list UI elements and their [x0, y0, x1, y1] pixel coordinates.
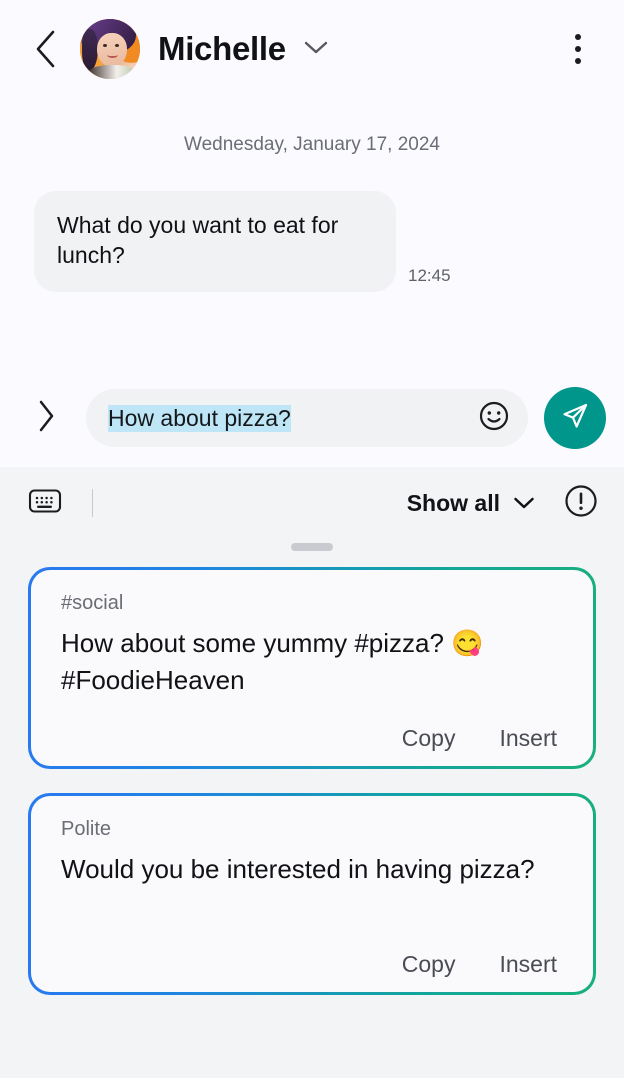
suggestion-card-inner: #social How about some yummy #pizza? 😋 #… — [31, 570, 593, 766]
kebab-dot-2 — [575, 46, 581, 52]
expand-options-button[interactable] — [28, 398, 64, 438]
chevron-down-icon — [302, 38, 330, 61]
suggestion-card-text: Would you be interested in having pizza? — [61, 854, 535, 884]
contact-dropdown-button[interactable] — [302, 38, 330, 61]
suggestion-card-actions: Copy Insert — [61, 717, 567, 752]
send-paper-plane-icon — [558, 399, 592, 438]
info-exclamation-icon — [563, 483, 599, 524]
message-timestamp: 12:45 — [408, 265, 451, 285]
chevron-left-icon — [34, 29, 58, 69]
avatar-smile — [107, 52, 118, 58]
toolbar-divider — [92, 489, 93, 517]
chat-region: Michelle Wednesday, January 17, 2024 Wha… — [0, 0, 624, 467]
kebab-dot-1 — [575, 34, 581, 40]
overflow-menu-button[interactable] — [556, 24, 600, 74]
suggestion-card-text: How about some yummy #pizza? 😋 #FoodieHe… — [61, 628, 484, 695]
suggestion-panel: Show all #social How about some yummy #p… — [0, 467, 624, 1078]
avatar-eye-right — [115, 44, 119, 47]
chevron-right-icon — [36, 399, 56, 438]
suggestion-card-tag: #social — [61, 592, 124, 614]
avatar[interactable] — [80, 19, 140, 79]
date-divider: Wednesday, January 17, 2024 — [184, 134, 440, 155]
suggestion-card-list: #social How about some yummy #pizza? 😋 #… — [0, 561, 624, 995]
show-all-button[interactable]: Show all — [407, 490, 536, 517]
emoji-button[interactable] — [474, 398, 514, 438]
chevron-down-icon — [512, 495, 536, 511]
info-button[interactable] — [560, 482, 602, 524]
avatar-eye-left — [103, 44, 107, 47]
messaging-app-screen: Michelle Wednesday, January 17, 2024 Wha… — [0, 0, 624, 1078]
composer-bar: How about pizza? — [0, 387, 624, 449]
kebab-dot-3 — [575, 58, 581, 64]
insert-button[interactable]: Insert — [499, 725, 557, 752]
suggestion-card-actions: Copy Insert — [61, 943, 567, 978]
suggestion-card-tag: Polite — [61, 818, 112, 840]
back-button[interactable] — [26, 26, 66, 72]
avatar-face — [97, 33, 127, 67]
insert-button[interactable]: Insert — [499, 951, 557, 978]
suggestion-toolbar: Show all — [0, 467, 624, 539]
keyboard-button[interactable] — [24, 485, 66, 521]
message-input-text-wrap: How about pizza? — [108, 404, 474, 432]
contact-name[interactable]: Michelle — [158, 30, 286, 68]
copy-button[interactable]: Copy — [402, 725, 456, 752]
panel-grabber-wrap — [0, 539, 624, 561]
message-bubble-incoming[interactable]: What do you want to eat for lunch? — [34, 191, 396, 292]
keyboard-icon — [28, 487, 62, 520]
copy-button[interactable]: Copy — [402, 951, 456, 978]
drag-handle[interactable] — [291, 543, 333, 551]
send-button[interactable] — [544, 387, 606, 449]
suggestion-card[interactable]: Polite Would you be interested in having… — [28, 793, 596, 995]
message-input-value[interactable]: How about pizza? — [108, 404, 291, 432]
message-input[interactable]: How about pizza? — [86, 389, 528, 447]
show-all-label: Show all — [406, 489, 500, 516]
suggestion-card[interactable]: #social How about some yummy #pizza? 😋 #… — [28, 567, 596, 769]
message-row: What do you want to eat for lunch? 12:45 — [0, 156, 624, 292]
smiley-face-icon — [478, 400, 510, 437]
conversation-header: Michelle — [0, 0, 624, 98]
avatar-shoulders — [88, 65, 136, 79]
suggestion-card-inner: Polite Would you be interested in having… — [31, 796, 593, 992]
